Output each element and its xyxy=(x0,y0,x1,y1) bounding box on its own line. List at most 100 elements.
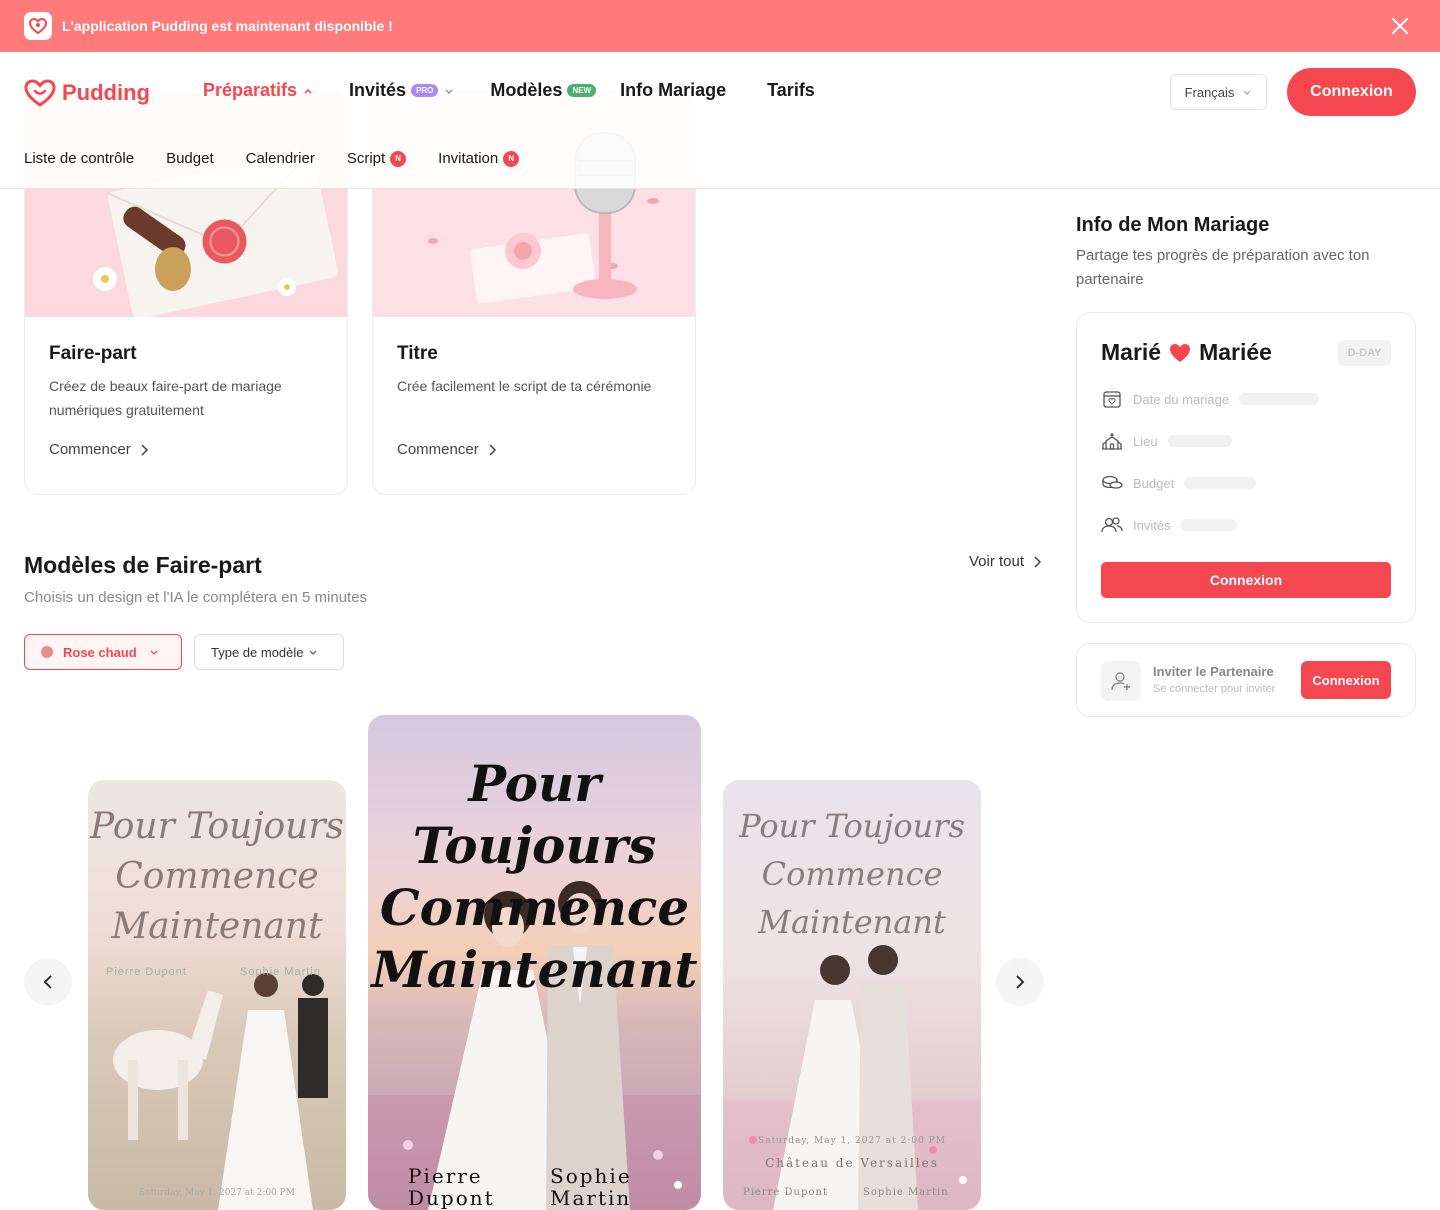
pudding-logo-icon xyxy=(24,12,52,40)
nav-invites-label: Invités xyxy=(349,80,407,100)
subnav-budget[interactable]: Budget xyxy=(166,150,214,167)
template-bride-name: Pierre Dupont xyxy=(408,1164,495,1210)
venue-row: Lieu xyxy=(1101,432,1232,450)
template-bride-name: Pierre Dupont xyxy=(743,1187,828,1198)
section-title: Modèles de Faire-part xyxy=(24,552,262,578)
carousel-prev-button[interactable] xyxy=(24,958,72,1006)
subnav-calendar[interactable]: Calendrier xyxy=(246,150,315,167)
nav-tarifs[interactable]: Tarifs xyxy=(767,80,815,101)
new-badge: NEW xyxy=(567,84,597,97)
view-all-label: Voir tout xyxy=(969,553,1025,570)
type-filter-label: Type de modèle xyxy=(211,644,304,660)
template-groom-name: Sophie Martin xyxy=(863,1187,949,1198)
wedding-date-label: Date du mariage xyxy=(1133,391,1230,407)
sidebar-subtitle: Partage tes progrès de préparation avec … xyxy=(1076,247,1370,288)
card-description: Créez de beaux faire-part de mariage num… xyxy=(49,378,282,418)
placeholder-bar xyxy=(1180,519,1237,531)
template-headline: Pour Toujours Commence Maintenant xyxy=(739,807,965,941)
card-title: Faire-part xyxy=(49,343,137,364)
heart-logo-icon xyxy=(24,79,56,107)
start-link[interactable]: Commencer xyxy=(49,441,151,458)
nav-info-mariage[interactable]: Info Mariage xyxy=(620,80,726,101)
template-date: Saturday, May 1, 2027 at 2:00 PM xyxy=(758,1136,946,1146)
template-headline: Pour Toujours Commence Maintenant xyxy=(371,754,698,999)
close-icon[interactable] xyxy=(1388,14,1412,38)
invite-partner-title: Inviter le Partenaire xyxy=(1153,664,1274,679)
invite-partner-card: Inviter le Partenaire Se connecter pour … xyxy=(1076,643,1416,717)
type-filter[interactable]: Type de modèle xyxy=(194,634,344,670)
template-headline: Pour Toujours Commence Maintenant xyxy=(89,806,345,947)
view-all-link[interactable]: Voir tout xyxy=(969,553,1044,570)
guests-row: Invités xyxy=(1101,516,1237,534)
color-filter[interactable]: Rose chaud xyxy=(24,634,182,670)
add-user-icon xyxy=(1101,661,1141,701)
nav-modeles-label: Modèles xyxy=(490,80,563,100)
partner-login-button[interactable]: Connexion xyxy=(1301,661,1391,699)
new-badge: N xyxy=(503,150,520,167)
subnav-script-label: Script xyxy=(346,150,386,167)
template-groom-name: Sophie Martin xyxy=(550,1164,632,1210)
nav-modeles[interactable]: Modèles NEW xyxy=(490,80,597,101)
language-label: Français xyxy=(1184,84,1235,100)
template-card[interactable]: Pour Toujours Commence Maintenant Saturd… xyxy=(723,780,981,1210)
template-card[interactable]: Pour Toujours Commence Maintenant Pierre… xyxy=(88,780,346,1210)
wedding-info-card: Marié Mariée D-DAY Date du mariage Lieu … xyxy=(1076,312,1416,623)
color-swatch xyxy=(41,646,53,658)
users-icon xyxy=(1101,517,1123,533)
sidebar-title: Info de Mon Mariage xyxy=(1076,214,1270,236)
chevron-left-icon xyxy=(43,975,52,989)
invite-partner-subtitle: Se connecter pour inviter xyxy=(1153,683,1276,695)
login-button[interactable]: Connexion xyxy=(1287,68,1416,116)
church-icon xyxy=(1102,433,1122,450)
start-link[interactable]: Commencer xyxy=(397,441,499,458)
nav-info-label: Info Mariage xyxy=(620,80,727,100)
color-filter-label: Rose chaud xyxy=(63,644,137,660)
section-subtitle: Choisis un design et l'IA le complétera … xyxy=(24,589,368,606)
chevron-right-icon xyxy=(489,443,496,456)
nav-preparatifs[interactable]: Préparatifs xyxy=(203,80,313,101)
budget-label: Budget xyxy=(1133,475,1175,491)
guests-label: Invités xyxy=(1133,517,1171,533)
chevron-down-icon xyxy=(309,650,316,655)
placeholder-bar xyxy=(1167,435,1232,447)
nav-tarifs-label: Tarifs xyxy=(767,80,815,100)
chevron-right-icon xyxy=(141,443,148,456)
pro-badge: PRO xyxy=(411,84,439,97)
chevron-down-icon xyxy=(445,88,453,94)
subnav-invitation[interactable]: Invitation N xyxy=(438,150,520,167)
card-description: Crée facilement le script de ta cérémoni… xyxy=(397,378,652,394)
template-date: Saturday, May 1, 2027 at 2:00 PM xyxy=(139,1188,295,1198)
subnav-checklist[interactable]: Liste de contrôle xyxy=(24,150,134,167)
subnav-invitation-label: Invitation xyxy=(438,150,499,167)
brand-logo[interactable]: Pudding xyxy=(24,79,150,107)
venue-label: Lieu xyxy=(1133,433,1158,449)
calendar-heart-icon xyxy=(1103,391,1121,408)
language-select[interactable]: Français xyxy=(1170,74,1267,110)
nav-preparatifs-label: Préparatifs xyxy=(203,80,298,100)
start-link-label: Commencer xyxy=(397,441,479,458)
placeholder-bar xyxy=(1239,393,1320,405)
dday-badge: D-DAY xyxy=(1338,340,1391,366)
banner-text: L'application Pudding est maintenant dis… xyxy=(62,18,393,34)
chevron-right-icon xyxy=(1016,975,1025,989)
chevron-right-icon xyxy=(1034,555,1042,568)
subnav-script[interactable]: Script N xyxy=(346,150,407,167)
main-nav: Préparatifs Invités PRO Modèles NEW Info… xyxy=(203,80,851,101)
new-badge: N xyxy=(390,150,407,167)
carousel-next-button[interactable] xyxy=(996,958,1044,1006)
template-groom-name: Sophie Martin xyxy=(240,966,321,978)
heart-icon xyxy=(1170,343,1191,362)
chevron-down-icon xyxy=(1243,90,1251,95)
budget-row: Budget xyxy=(1101,474,1257,492)
card-title: Titre xyxy=(397,343,438,364)
template-card-featured[interactable]: Pour Toujours Commence Maintenant Pierre… xyxy=(368,715,701,1210)
site-header: Pudding Préparatifs Invités PRO Modèles … xyxy=(0,52,1440,189)
wedding-date-row: Date du mariage xyxy=(1101,390,1320,408)
brand-name: Pudding xyxy=(62,80,150,105)
sub-nav: Liste de contrôle Budget Calendrier Scri… xyxy=(24,150,551,167)
couple-names: Marié Mariée xyxy=(1101,339,1272,366)
nav-invites[interactable]: Invités PRO xyxy=(349,80,454,101)
template-venue: Château de Versailles xyxy=(765,1156,939,1170)
groom-label: Marié xyxy=(1101,339,1162,365)
login-button[interactable]: Connexion xyxy=(1101,562,1391,598)
